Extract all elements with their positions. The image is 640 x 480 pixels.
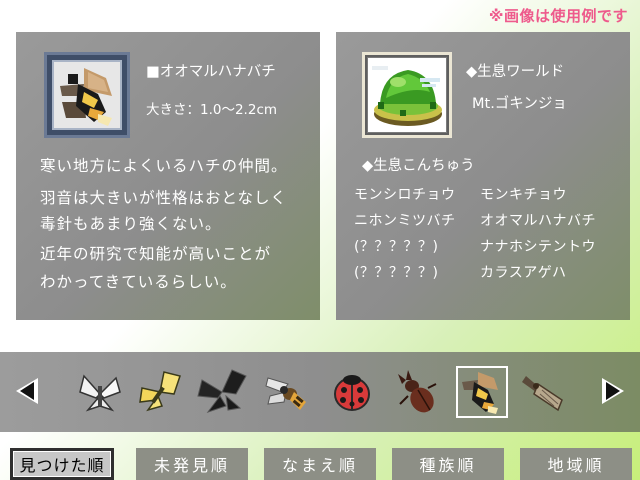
honeybee-icon <box>265 377 306 410</box>
list-item: (？？？？？) <box>354 265 439 281</box>
bumblebee-icon <box>60 68 112 126</box>
list-item: モンシロチョウ <box>354 187 456 203</box>
carousel-slot-swallowtail[interactable] <box>196 366 248 418</box>
insect-carousel <box>0 352 640 432</box>
cicada-icon <box>522 376 563 412</box>
yellow-butterfly-icon <box>139 371 181 412</box>
habitat-panel: ◆生息ワールド Mt.ゴキンジョ ◆生息こんちゅう モンシロチョウ モンキチョウ… <box>336 32 630 320</box>
next-arrow-icon[interactable] <box>602 378 624 404</box>
list-item: ナナホシテントウ <box>480 239 596 255</box>
list-item: (？？？？？) <box>354 239 439 255</box>
habitat-portrait <box>362 52 452 138</box>
carousel-slot-cabbage-white[interactable] <box>74 366 126 418</box>
swallowtail-butterfly-icon <box>197 369 247 413</box>
insects-heading: ◆生息こんちゅう <box>362 158 475 174</box>
carousel-slot-honeybee[interactable] <box>260 366 312 418</box>
description-line: 毒針もあまり強くない。 <box>40 215 222 233</box>
carousel-slot-cicada[interactable] <box>518 366 570 418</box>
sort-by-family-button[interactable]: 種族順 <box>392 448 504 480</box>
carousel-slot-ladybug[interactable] <box>326 366 378 418</box>
list-item: カラスアゲハ <box>480 265 567 281</box>
description-line: わかってきているらしい。 <box>40 273 237 291</box>
description-line: 近年の研究で知能が高いことが <box>40 245 272 263</box>
insect-size: 大きさ：1.0〜2.2cm <box>146 102 278 118</box>
carousel-slot-bumblebee[interactable] <box>456 366 508 418</box>
mountain-island-icon <box>372 66 442 126</box>
insect-detail-panel: ■オオマルハナバチ 大きさ：1.0〜2.2cm 寒い地方によくいるハチの仲間。 … <box>16 32 320 320</box>
previous-arrow-icon[interactable] <box>16 378 38 404</box>
description-line: 寒い地方によくいるハチの仲間。 <box>40 157 288 175</box>
sort-by-region-button[interactable]: 地域順 <box>520 448 632 480</box>
list-item: オオマルハナバチ <box>480 213 596 229</box>
list-item: ニホンミツバチ <box>354 213 456 229</box>
bumblebee-icon <box>462 372 498 414</box>
stag-beetle-icon <box>398 370 437 413</box>
insect-name: ■オオマルハナバチ <box>146 64 276 80</box>
sort-by-undiscovered-button[interactable]: 未発見順 <box>136 448 248 480</box>
ladybug-icon <box>334 375 370 411</box>
world-heading: ◆生息ワールド <box>466 64 565 80</box>
insect-portrait <box>44 52 130 138</box>
carousel-slot-yellow-butterfly[interactable] <box>134 366 186 418</box>
sample-image-notice: ※画像は使用例です <box>488 7 628 25</box>
list-item: モンキチョウ <box>480 187 567 203</box>
sort-by-found-button[interactable]: 見つけた順 <box>10 448 114 480</box>
world-name: Mt.ゴキンジョ <box>472 96 567 112</box>
sort-by-name-button[interactable]: なまえ順 <box>264 448 376 480</box>
cabbage-white-butterfly-icon <box>79 374 121 412</box>
carousel-slot-stag-beetle[interactable] <box>390 366 442 418</box>
description-line: 羽音は大きいが性格はおとなしく <box>40 189 288 207</box>
